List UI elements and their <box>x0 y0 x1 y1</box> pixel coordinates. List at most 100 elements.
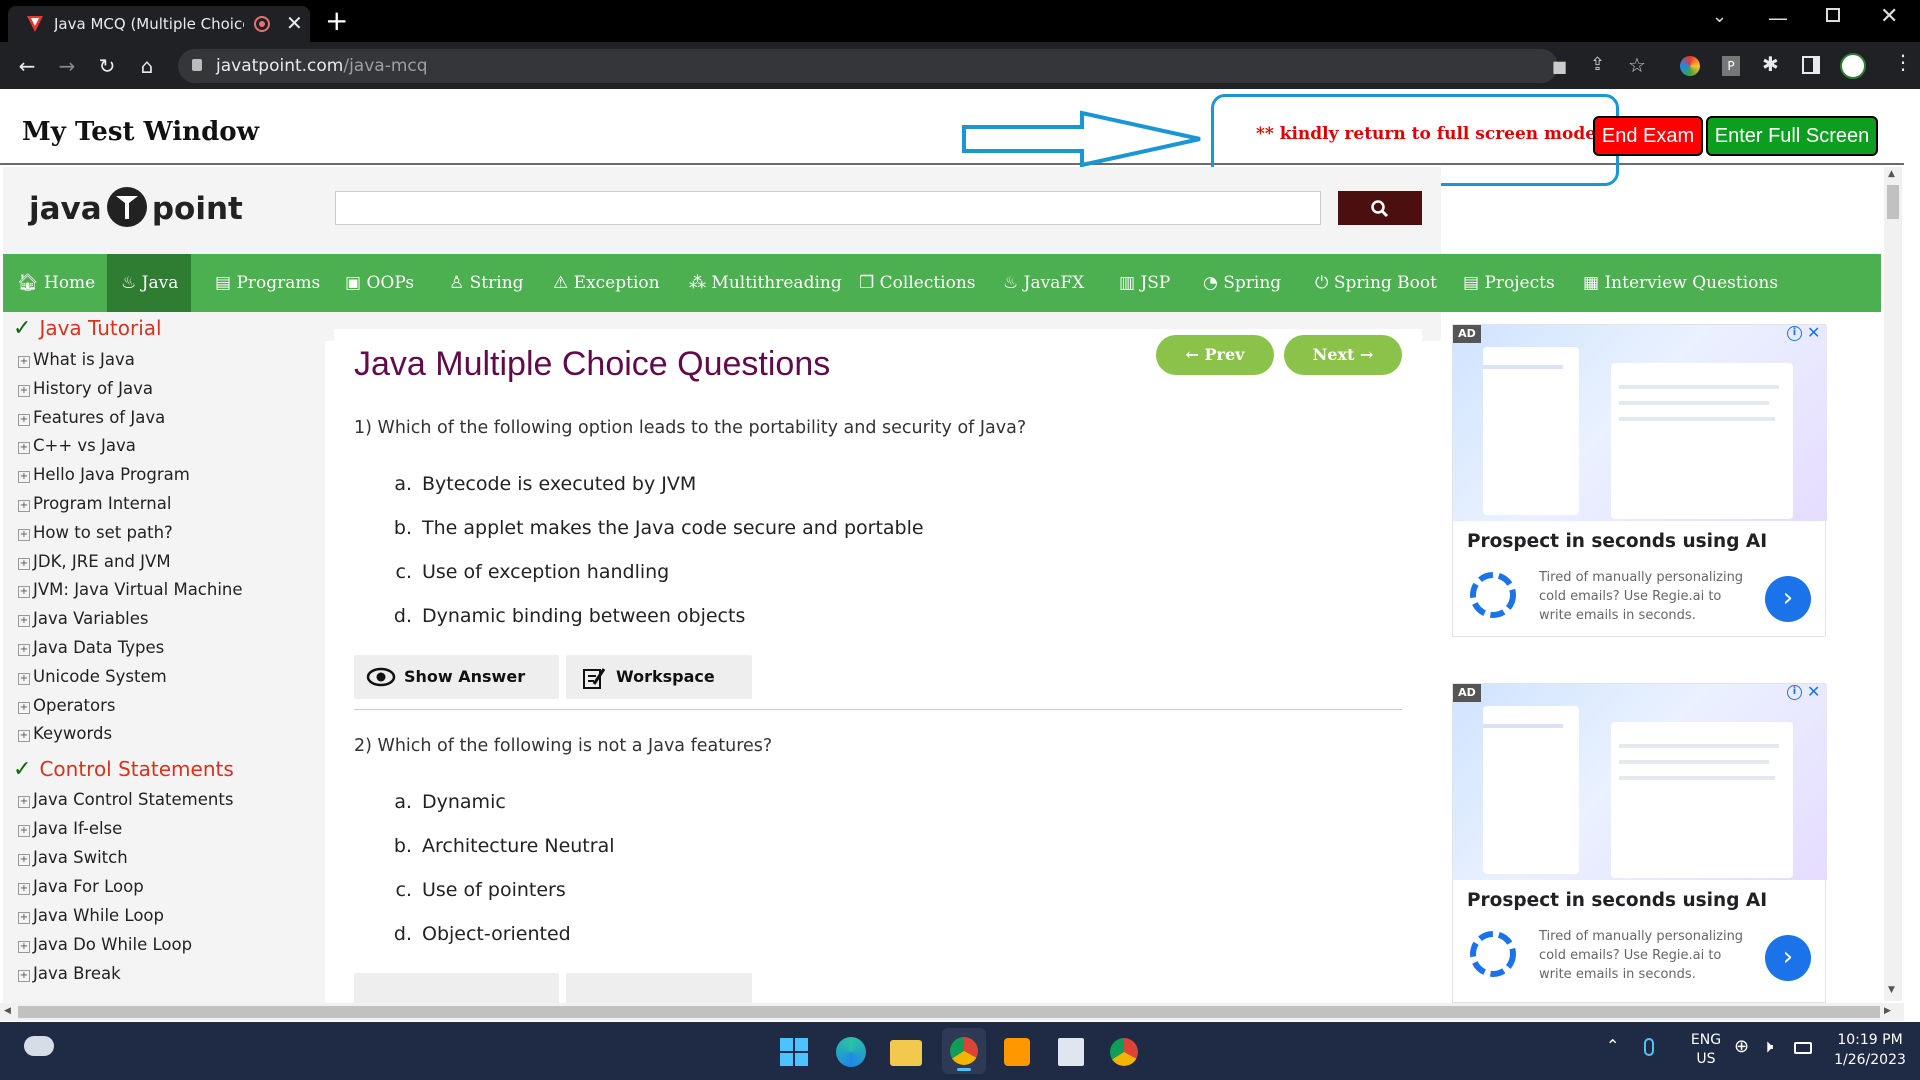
profile-avatar[interactable] <box>1840 53 1866 79</box>
file-explorer-icon[interactable] <box>890 1040 922 1066</box>
sidebar-link[interactable]: + History of Java <box>18 379 153 398</box>
nav-projects[interactable]: ▤ Projects <box>1463 254 1555 312</box>
sidebar-link[interactable]: + Hello Java Program <box>18 465 190 484</box>
sidebar-link[interactable]: + Java Control Statements <box>18 790 233 809</box>
side-panel-icon[interactable] <box>1802 56 1820 74</box>
sidebar-link[interactable]: + Features of Java <box>18 408 165 427</box>
end-exam-button[interactable]: End Exam <box>1593 116 1703 156</box>
sublime-text-icon[interactable] <box>1004 1038 1030 1066</box>
browser-menu-icon[interactable]: ⋮ <box>1893 50 1913 74</box>
nav-home[interactable]: 🏠︎ Home <box>17 254 95 312</box>
microphone-icon[interactable] <box>1644 1038 1654 1056</box>
scroll-left-icon[interactable]: ◀ <box>4 1006 11 1016</box>
ad-go-button[interactable]: › <box>1765 935 1811 981</box>
nav-string[interactable]: ♙ String <box>449 254 524 312</box>
weather-icon[interactable] <box>24 1036 54 1056</box>
bookmark-star-icon[interactable]: ☆ <box>1628 53 1646 77</box>
sidebar-section-control-statements[interactable]: ✓ Control Statements <box>13 757 234 782</box>
nav-javafx[interactable]: ♨ JavaFX <box>1003 254 1084 312</box>
next-button[interactable]: Next → <box>1284 335 1402 375</box>
ad-close-icon[interactable]: ✕ <box>1807 323 1820 342</box>
sidebar-link[interactable]: + Unicode System <box>18 667 167 686</box>
sidebar-section-java-tutorial[interactable]: ✓ Java Tutorial <box>13 316 162 341</box>
scroll-right-icon[interactable]: ▶ <box>1884 1006 1891 1016</box>
sidebar-link[interactable]: + Java Data Types <box>18 638 164 657</box>
maximize-icon[interactable] <box>1826 8 1840 22</box>
ad-close-icon[interactable]: ✕ <box>1807 682 1820 701</box>
nav-multithreading[interactable]: ⁂ Multithreading <box>689 254 842 312</box>
chrome-taskbar-button[interactable] <box>942 1028 986 1074</box>
ad-info-icon[interactable]: i <box>1787 685 1802 700</box>
sidebar-link[interactable]: + Java Variables <box>18 609 149 628</box>
ad-info-icon[interactable]: i <box>1787 326 1802 341</box>
show-answer-button[interactable]: Show Answer <box>354 655 559 699</box>
scrollbar-thumb[interactable] <box>1887 185 1899 219</box>
sidebar-link[interactable]: + How to set path? <box>18 523 173 542</box>
address-bar[interactable]: javatpoint.com/java-mcq ■ ⇪ ☆ <box>178 49 1646 83</box>
nav-exception[interactable]: ⚠ Exception <box>553 254 660 312</box>
share-icon[interactable]: ⇪ <box>1590 54 1605 75</box>
extension-color-icon[interactable] <box>1680 56 1700 76</box>
sidebar-link[interactable]: + C++ vs Java <box>18 436 136 455</box>
reload-icon[interactable]: ↻ <box>90 49 124 83</box>
nav-collections[interactable]: ❐ Collections <box>859 254 976 312</box>
sidebar-link[interactable]: + Java If-else <box>18 819 122 838</box>
nav-spring-boot[interactable]: ⏻ Spring Boot <box>1315 254 1437 312</box>
close-window-icon[interactable]: ✕ <box>1880 4 1898 29</box>
battery-icon[interactable] <box>1794 1042 1812 1054</box>
nav-interview-questions[interactable]: ▦ Interview Questions <box>1583 254 1778 312</box>
extension-p-icon[interactable]: P <box>1722 56 1740 76</box>
prev-button[interactable]: ← Prev <box>1156 335 1274 375</box>
back-icon[interactable]: ← <box>10 49 44 83</box>
sidebar-link[interactable]: + Keywords <box>18 724 112 743</box>
minimize-icon[interactable]: — <box>1768 6 1788 30</box>
nav-jsp[interactable]: ▥ JSP <box>1119 254 1170 312</box>
language-indicator[interactable]: ENG US <box>1686 1031 1726 1069</box>
ad-title[interactable]: Prospect in seconds using AI <box>1467 531 1767 552</box>
sidebar-link[interactable]: + What is Java <box>18 350 135 369</box>
workspace-button[interactable]: Workspace <box>566 655 752 699</box>
tab-search-icon[interactable]: ⌄ <box>1712 6 1727 27</box>
forward-icon[interactable]: → <box>50 49 84 83</box>
enter-full-screen-button[interactable]: Enter Full Screen <box>1706 116 1878 156</box>
nav-java[interactable]: ♨ Java <box>107 254 191 312</box>
horizontal-scrollbar-thumb[interactable] <box>18 1006 1880 1018</box>
show-hidden-icons-icon[interactable]: ⌃ <box>1606 1036 1619 1055</box>
nav-programs[interactable]: ▤ Programs <box>215 254 320 312</box>
show-answer-button-2[interactable] <box>354 973 559 1003</box>
site-logo[interactable]: java point <box>29 187 243 231</box>
scroll-up-icon[interactable]: ▲ <box>1888 169 1895 179</box>
browser-tab[interactable]: Java MCQ (Multiple Choice C ✕ <box>8 6 310 42</box>
chrome-profile-icon[interactable] <box>1110 1038 1138 1066</box>
home-icon[interactable]: ⌂ <box>130 49 164 83</box>
close-tab-icon[interactable]: ✕ <box>286 11 303 35</box>
sidebar-link[interactable]: + JDK, JRE and JVM <box>18 552 171 571</box>
clock[interactable]: 10:19 PM 1/26/2023 <box>1828 1030 1912 1070</box>
scroll-down-icon[interactable]: ▼ <box>1888 985 1895 995</box>
nav-spring[interactable]: ◔ Spring <box>1203 254 1281 312</box>
sidebar-link[interactable]: + Java While Loop <box>18 906 164 925</box>
ad-title[interactable]: Prospect in seconds using AI <box>1467 890 1767 911</box>
edge-icon[interactable] <box>836 1037 866 1067</box>
extensions-puzzle-icon[interactable]: ✱ <box>1762 52 1779 76</box>
horizontal-scrollbar[interactable]: ◀ ▶ <box>0 1003 1904 1021</box>
new-tab-icon[interactable]: + <box>325 4 348 37</box>
document-app-icon[interactable] <box>1058 1038 1084 1066</box>
sidebar-link[interactable]: + Operators <box>18 696 115 715</box>
ad-go-button[interactable]: › <box>1765 576 1811 622</box>
sidebar-link[interactable]: + Java For Loop <box>18 877 144 896</box>
vertical-scrollbar[interactable]: ▲ ▼ <box>1884 167 1902 1001</box>
sidebar-link[interactable]: + Program Internal <box>18 494 171 513</box>
nav-oops[interactable]: ▣ OOPs <box>345 254 414 312</box>
search-input[interactable] <box>335 191 1321 225</box>
sidebar-link[interactable]: + Java Break <box>18 964 121 983</box>
sidebar-link[interactable]: + JVM: Java Virtual Machine <box>18 580 243 599</box>
network-icon[interactable]: ⊕ <box>1734 1036 1749 1057</box>
sidebar-link[interactable]: + Java Do While Loop <box>18 935 192 954</box>
ad-card-1[interactable]: AD i ✕ Prospect in seconds using AI Tire… <box>1452 323 1827 637</box>
camera-blocked-icon[interactable]: ■ <box>1552 57 1567 76</box>
workspace-button-2[interactable] <box>566 973 752 1003</box>
start-windows-icon[interactable] <box>780 1038 808 1066</box>
sidebar-link[interactable]: + Java Switch <box>18 848 128 867</box>
ad-card-2[interactable]: AD i ✕ Prospect in seconds using AI Tire… <box>1452 682 1827 1003</box>
